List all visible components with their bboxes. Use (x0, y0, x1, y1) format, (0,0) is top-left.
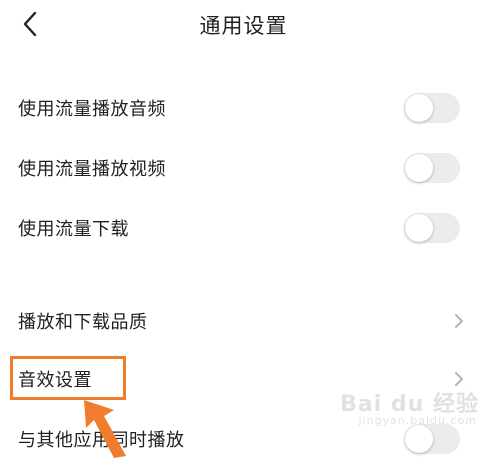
setting-row-stream-download: 使用流量下载 (0, 201, 487, 255)
setting-label: 音效设置 (18, 370, 92, 391)
stream-video-toggle[interactable] (404, 153, 460, 183)
setting-row-quality[interactable]: 播放和下载品质 (0, 294, 487, 348)
page-title: 通用设置 (199, 14, 288, 38)
setting-label: 使用流量下载 (18, 219, 129, 240)
setting-label: 播放和下载品质 (18, 312, 148, 333)
stream-audio-toggle[interactable] (404, 93, 460, 123)
setting-row-stream-audio: 使用流量播放音频 (0, 81, 487, 135)
chevron-right-icon (455, 314, 463, 328)
stream-download-toggle[interactable] (404, 213, 460, 243)
chevron-right-icon (455, 372, 463, 386)
mix-playback-toggle[interactable] (404, 424, 460, 454)
setting-label: 使用流量播放音频 (18, 99, 166, 120)
setting-row-stream-video: 使用流量播放视频 (0, 141, 487, 195)
nav-header: 通用设置 (0, 0, 487, 52)
setting-label: 使用流量播放视频 (18, 159, 166, 180)
setting-label: 与其他应用同时播放 (18, 430, 185, 451)
toggle-knob (405, 94, 433, 122)
toggle-knob (405, 154, 433, 182)
setting-row-sound-effects[interactable]: 音效设置 (0, 352, 487, 406)
toggle-knob (405, 425, 433, 453)
toggle-knob (405, 214, 433, 242)
